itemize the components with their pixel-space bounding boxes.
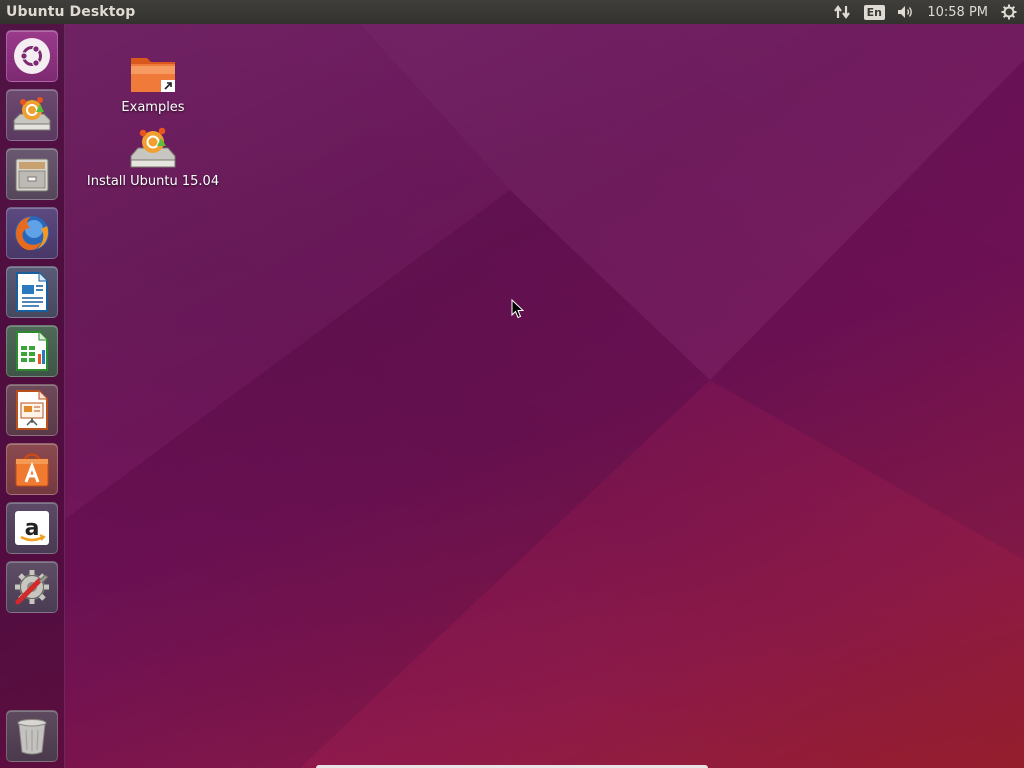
desktop-icon-install-ubuntu[interactable]: Install Ubuntu 15.04 xyxy=(83,126,223,189)
wallpaper-facets xyxy=(64,24,1024,768)
folder-link-icon xyxy=(129,52,177,98)
trash-icon xyxy=(17,719,47,755)
calc-spreadsheet-icon xyxy=(16,331,48,371)
network-arrows-icon[interactable] xyxy=(827,0,857,24)
firefox-icon xyxy=(15,216,49,251)
launcher-item-libreoffice-calc[interactable] xyxy=(6,325,58,377)
volume-icon[interactable] xyxy=(891,0,921,24)
desktop-icon-label: Examples xyxy=(121,100,185,115)
desktop-wallpaper xyxy=(0,0,1024,768)
software-bag-icon xyxy=(15,453,49,487)
clock[interactable]: 10:58 PM xyxy=(921,0,994,24)
impress-presentation-icon xyxy=(16,390,48,430)
svg-text:a: a xyxy=(25,516,40,541)
ubuntu-logo-icon xyxy=(14,38,50,74)
launcher-item-install-ubuntu[interactable] xyxy=(6,89,58,141)
top-panel: Ubuntu Desktop En 10:58 PM xyxy=(0,0,1024,24)
launcher-item-files[interactable] xyxy=(6,148,58,200)
installer-drive-icon xyxy=(129,126,177,172)
writer-document-icon xyxy=(16,272,48,312)
file-cabinet-icon xyxy=(15,158,49,192)
active-window-title: Ubuntu Desktop xyxy=(6,4,136,20)
session-gear-icon[interactable] xyxy=(994,0,1024,24)
indicator-area: En 10:58 PM xyxy=(827,0,1024,24)
launcher-item-libreoffice-impress[interactable] xyxy=(6,384,58,436)
launcher-item-firefox[interactable] xyxy=(6,207,58,259)
amazon-icon: a xyxy=(15,511,49,545)
launcher-item-trash[interactable] xyxy=(6,710,58,762)
launcher-item-libreoffice-writer[interactable] xyxy=(6,266,58,318)
launcher-item-system-settings[interactable] xyxy=(6,561,58,613)
keyboard-language-icon[interactable]: En xyxy=(857,0,891,24)
launcher-item-ubuntu-software-center[interactable] xyxy=(6,443,58,495)
language-indicator: En xyxy=(863,4,886,20)
installer-drive-icon xyxy=(13,97,51,131)
launcher-item-amazon[interactable]: a xyxy=(6,502,58,554)
mouse-pointer-icon xyxy=(511,298,525,323)
launcher: a xyxy=(0,24,65,768)
launcher-item-dash-home[interactable] xyxy=(6,30,58,82)
settings-tools-icon xyxy=(15,570,49,605)
desktop-icon-label: Install Ubuntu 15.04 xyxy=(86,174,220,189)
desktop-icon-examples[interactable]: Examples xyxy=(83,52,223,115)
